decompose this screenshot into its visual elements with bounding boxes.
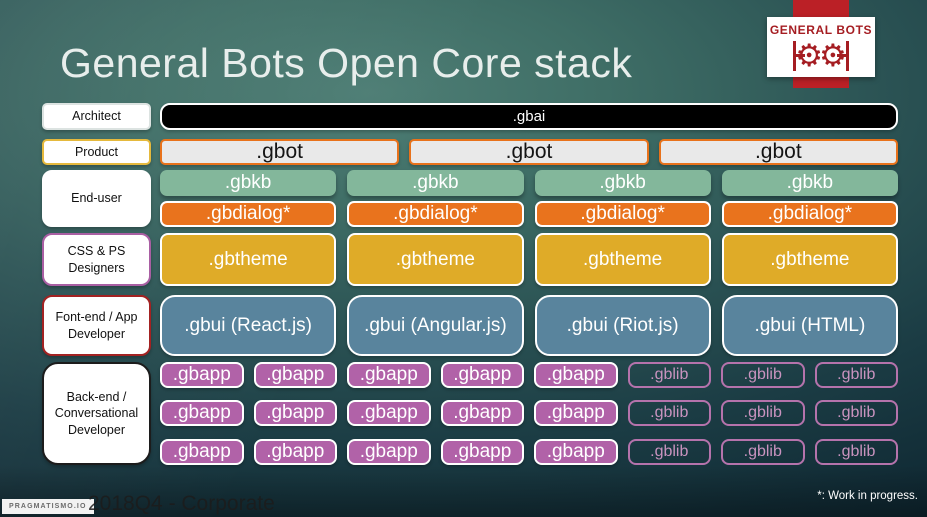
role-label-end-user: End-user xyxy=(42,170,151,227)
box-gbapp: .gbapp xyxy=(440,400,524,426)
box-gbapp: .gbapp xyxy=(347,362,431,388)
box-gbapp: .gbapp xyxy=(440,439,524,465)
box-gbdialog: .gbdialog* xyxy=(347,201,524,227)
band-gbkb: .gbkb .gbkb .gbkb .gbkb xyxy=(160,170,898,196)
box-gbapp: .gbapp xyxy=(253,439,337,465)
box-gbkb: .gbkb xyxy=(347,170,524,196)
role-label-architect: Architect xyxy=(42,103,151,130)
work-in-progress-note: *: Work in progress. xyxy=(817,490,918,502)
band-backend-row-3: .gbapp .gbapp .gbapp .gbapp .gbapp .gblib .gbl… xyxy=(160,439,898,465)
role-label-back-end-conversational-developer: Back-end / Conversational Developer xyxy=(42,362,151,465)
role-label-css-ps-designers: CSS & PS Designers xyxy=(42,233,151,286)
box-gbdialog: .gbdialog* xyxy=(160,201,337,227)
box-gblib: .gblib xyxy=(814,362,898,388)
box-gbui: .gbui (Riot.js) xyxy=(534,295,711,356)
brand-name: GENERAL BOTS xyxy=(769,23,873,37)
box-gbtheme: .gbtheme xyxy=(534,233,711,286)
band-gbot: .gbot .gbot .gbot xyxy=(160,139,898,165)
box-gbapp: .gbapp xyxy=(160,400,244,426)
page-title: General Bots Open Core stack xyxy=(60,40,633,86)
box-gbapp: .gbapp xyxy=(253,400,337,426)
band-gbtheme: .gbtheme .gbtheme .gbtheme .gbtheme xyxy=(160,233,898,286)
box-gbot: .gbot xyxy=(160,139,400,165)
box-gbtheme: .gbtheme xyxy=(160,233,337,286)
box-gbapp: .gbapp xyxy=(534,400,618,426)
box-gblib: .gblib xyxy=(721,362,805,388)
band-backend-row-1: .gbapp .gbapp .gbapp .gbapp .gbapp .gblib .gbl… xyxy=(160,362,898,388)
box-gbot: .gbot xyxy=(409,139,649,165)
role-label-product: Product xyxy=(42,139,151,165)
box-gbui: .gbui (Angular.js) xyxy=(347,295,524,356)
box-gbapp: .gbapp xyxy=(440,362,524,388)
box-gbapp: .gbapp xyxy=(347,439,431,465)
box-gbapp: .gbapp xyxy=(347,400,431,426)
box-gbui: .gbui (HTML) xyxy=(721,295,898,356)
box-gblib: .gblib xyxy=(627,362,711,388)
band-gbai: .gbai xyxy=(160,103,898,130)
box-gbapp: .gbapp xyxy=(534,362,618,388)
box-gblib: .gblib xyxy=(814,439,898,465)
slide: General Bots Open Core stack GENERAL BOT… xyxy=(0,0,927,517)
box-gblib: .gblib xyxy=(721,400,805,426)
band-gbdialog: .gbdialog* .gbdialog* .gbdialog* .gbdialog* xyxy=(160,201,898,227)
box-gblib: .gblib xyxy=(627,400,711,426)
box-gbapp: .gbapp xyxy=(534,439,618,465)
logo-gears: ⚙ ⚙ xyxy=(793,37,849,75)
brand-logo: GENERAL BOTS ⚙ ⚙ xyxy=(767,17,875,77)
box-gbai: .gbai xyxy=(160,103,898,130)
box-gbkb: .gbkb xyxy=(534,170,711,196)
box-gbdialog: .gbdialog* xyxy=(721,201,898,227)
box-gbui: .gbui (React.js) xyxy=(160,295,337,356)
band-backend-row-2: .gbapp .gbapp .gbapp .gbapp .gbapp .gblib .gbl… xyxy=(160,400,898,426)
footer-caption: 2018Q4 - Corporate xyxy=(88,492,275,515)
box-gbot: .gbot xyxy=(658,139,898,165)
box-gblib: .gblib xyxy=(627,439,711,465)
box-gblib: .gblib xyxy=(814,400,898,426)
box-gbdialog: .gbdialog* xyxy=(534,201,711,227)
box-gbtheme: .gbtheme xyxy=(347,233,524,286)
band-gbui: .gbui (React.js) .gbui (Angular.js) .gbui … xyxy=(160,295,898,356)
footer-brand-badge: PRAGMATISMO.IO xyxy=(2,499,94,514)
box-gbkb: .gbkb xyxy=(721,170,898,196)
box-gbapp: .gbapp xyxy=(160,439,244,465)
box-gbtheme: .gbtheme xyxy=(721,233,898,286)
box-gbapp: .gbapp xyxy=(253,362,337,388)
box-gbapp: .gbapp xyxy=(160,362,244,388)
box-gbkb: .gbkb xyxy=(160,170,337,196)
logo-right-bar xyxy=(836,41,849,71)
box-gblib: .gblib xyxy=(721,439,805,465)
logo-left-bar xyxy=(793,41,806,71)
role-label-font-end-app-developer: Font-end / App Developer xyxy=(42,295,151,356)
